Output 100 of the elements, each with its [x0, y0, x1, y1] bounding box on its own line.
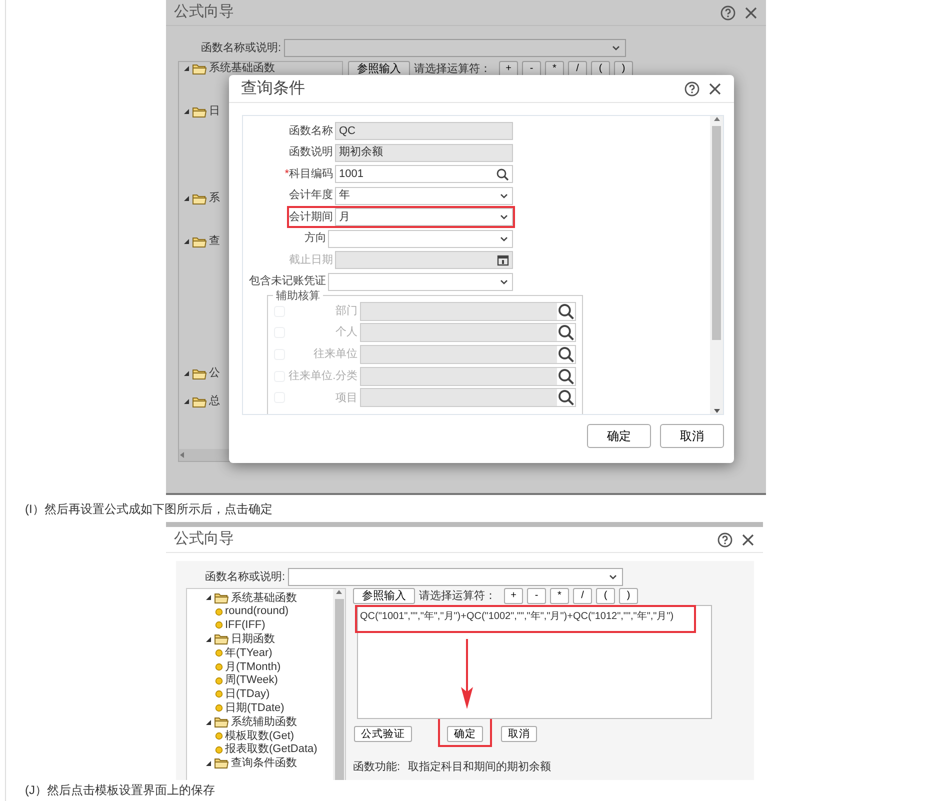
- folder-icon: [214, 592, 229, 604]
- tree-item[interactable]: 公: [209, 365, 220, 382]
- text-field: 期初余额: [335, 144, 513, 162]
- caret-icon: [611, 44, 621, 52]
- expand-toggle-icon[interactable]: [205, 636, 212, 643]
- close-icon[interactable]: [741, 532, 755, 546]
- caret-icon: [499, 192, 509, 200]
- field-label: 方向: [304, 230, 326, 246]
- description-label: 函数功能:: [353, 760, 400, 775]
- text-field: QC: [335, 122, 513, 140]
- caret-icon: [499, 234, 509, 242]
- scroll-down-icon[interactable]: [712, 408, 720, 414]
- operator-button[interactable]: (: [596, 588, 615, 604]
- field-label: 包含未记账凭证: [249, 274, 326, 290]
- scroll-up-icon[interactable]: [712, 116, 720, 122]
- folder-icon: [192, 236, 207, 248]
- confirm-button[interactable]: 确定: [587, 424, 651, 448]
- field-label: 函数名称或说明:: [200, 40, 282, 56]
- tree-item[interactable]: 系统基础函数: [209, 60, 275, 77]
- tree-item[interactable]: IFF(IFF): [225, 617, 266, 634]
- caption: (I）然后再设置公式成如下图所示后，点击确定: [25, 500, 272, 518]
- group-legend: 辅助核算: [273, 288, 323, 304]
- search-icon: [557, 368, 575, 385]
- help-icon[interactable]: [720, 4, 736, 20]
- caret-icon: [499, 278, 509, 286]
- folder-icon: [192, 192, 207, 204]
- field-label: 会计年度: [289, 188, 333, 204]
- confirm-button[interactable]: 确定: [447, 726, 483, 742]
- search-icon: [557, 302, 575, 320]
- expand-toggle-icon[interactable]: [183, 195, 190, 202]
- search-icon: [557, 324, 575, 342]
- search-icon[interactable]: [496, 168, 509, 180]
- folder-icon: [214, 757, 229, 770]
- help-icon[interactable]: [717, 532, 733, 548]
- scrollbar[interactable]: [710, 116, 723, 414]
- field-label: 函数说明: [289, 145, 333, 160]
- operator-button[interactable]: +: [504, 588, 523, 604]
- required-mark: *: [284, 166, 289, 182]
- tree-item[interactable]: 系: [209, 190, 220, 207]
- field-label: 科目编码: [289, 166, 333, 182]
- field-label: 个人: [334, 325, 359, 340]
- folder-icon: [192, 396, 207, 408]
- tree-item[interactable]: 查: [209, 233, 220, 250]
- expand-toggle-icon[interactable]: [183, 238, 190, 245]
- close-icon[interactable]: [708, 82, 722, 96]
- lookup-field[interactable]: 1001: [335, 165, 513, 183]
- operator-button[interactable]: /: [573, 588, 592, 604]
- caret-icon: [499, 213, 509, 221]
- operator-label: 请选择运算符：: [414, 62, 491, 77]
- tree-item[interactable]: 总: [209, 393, 220, 410]
- scroll-up-icon[interactable]: [335, 589, 343, 595]
- field-label: 函数名称或说明:: [204, 570, 286, 585]
- expand-toggle-icon[interactable]: [205, 760, 212, 767]
- dropdown-field[interactable]: [284, 39, 626, 57]
- dropdown-field[interactable]: 月: [335, 208, 513, 226]
- window-title: 公式向导: [174, 529, 234, 550]
- expand-toggle-icon[interactable]: [183, 108, 190, 115]
- dialog-title: 查询条件: [241, 78, 305, 98]
- arrow: [460, 638, 474, 708]
- operator-button[interactable]: *: [550, 588, 569, 604]
- expand-toggle-icon[interactable]: [183, 370, 190, 377]
- tree-item[interactable]: 日(TDay): [225, 686, 270, 703]
- expand-toggle-icon[interactable]: [205, 718, 212, 726]
- dropdown-field[interactable]: 年: [335, 186, 513, 204]
- close-icon[interactable]: [744, 6, 758, 20]
- verify-button[interactable]: 公式验证: [354, 726, 412, 742]
- expand-toggle-icon[interactable]: [205, 594, 212, 602]
- folder-icon: [214, 633, 229, 646]
- search-icon: [557, 346, 575, 363]
- reference-input-button[interactable]: 参照输入: [353, 588, 415, 604]
- tree-item[interactable]: 查询条件函数: [231, 755, 297, 772]
- folder-icon: [192, 62, 207, 74]
- expand-toggle-icon[interactable]: [183, 65, 190, 72]
- field-label: 截止日期: [289, 252, 333, 268]
- cancel-button[interactable]: 取消: [660, 424, 724, 448]
- window-title: 公式向导: [174, 2, 234, 22]
- operator-button[interactable]: ): [619, 588, 638, 604]
- dropdown-field[interactable]: [328, 272, 513, 290]
- caption: (J）然后点击模板设置界面上的保存: [25, 782, 215, 798]
- folder-icon: [214, 716, 229, 728]
- field-label: 会计期间: [289, 210, 333, 225]
- caret-icon: [608, 573, 618, 581]
- field-label: 部门: [334, 304, 359, 319]
- operator-button[interactable]: -: [527, 588, 546, 604]
- description-text: 取指定科目和期间的期初余额: [408, 760, 552, 775]
- dropdown-field[interactable]: [288, 568, 623, 586]
- operator-label: 请选择运算符：: [419, 589, 496, 604]
- help-icon[interactable]: [684, 80, 700, 96]
- cancel-button[interactable]: 取消: [501, 726, 537, 742]
- search-icon: [557, 389, 575, 406]
- formula-field[interactable]: QC("1001","","年","月")+QC("1002","","年","月")+QC("1012","","年","月"): [357, 604, 712, 718]
- expand-toggle-icon[interactable]: [183, 398, 190, 405]
- scrollbar[interactable]: [333, 589, 345, 780]
- folder-icon: [192, 106, 207, 118]
- tree-item[interactable]: 日: [209, 103, 220, 120]
- field-label: 往来单位.分类: [288, 368, 359, 384]
- field-label: 项目: [334, 390, 359, 406]
- folder-icon: [192, 368, 207, 380]
- dropdown-field[interactable]: [328, 230, 513, 248]
- field-label: 函数名称: [289, 124, 333, 139]
